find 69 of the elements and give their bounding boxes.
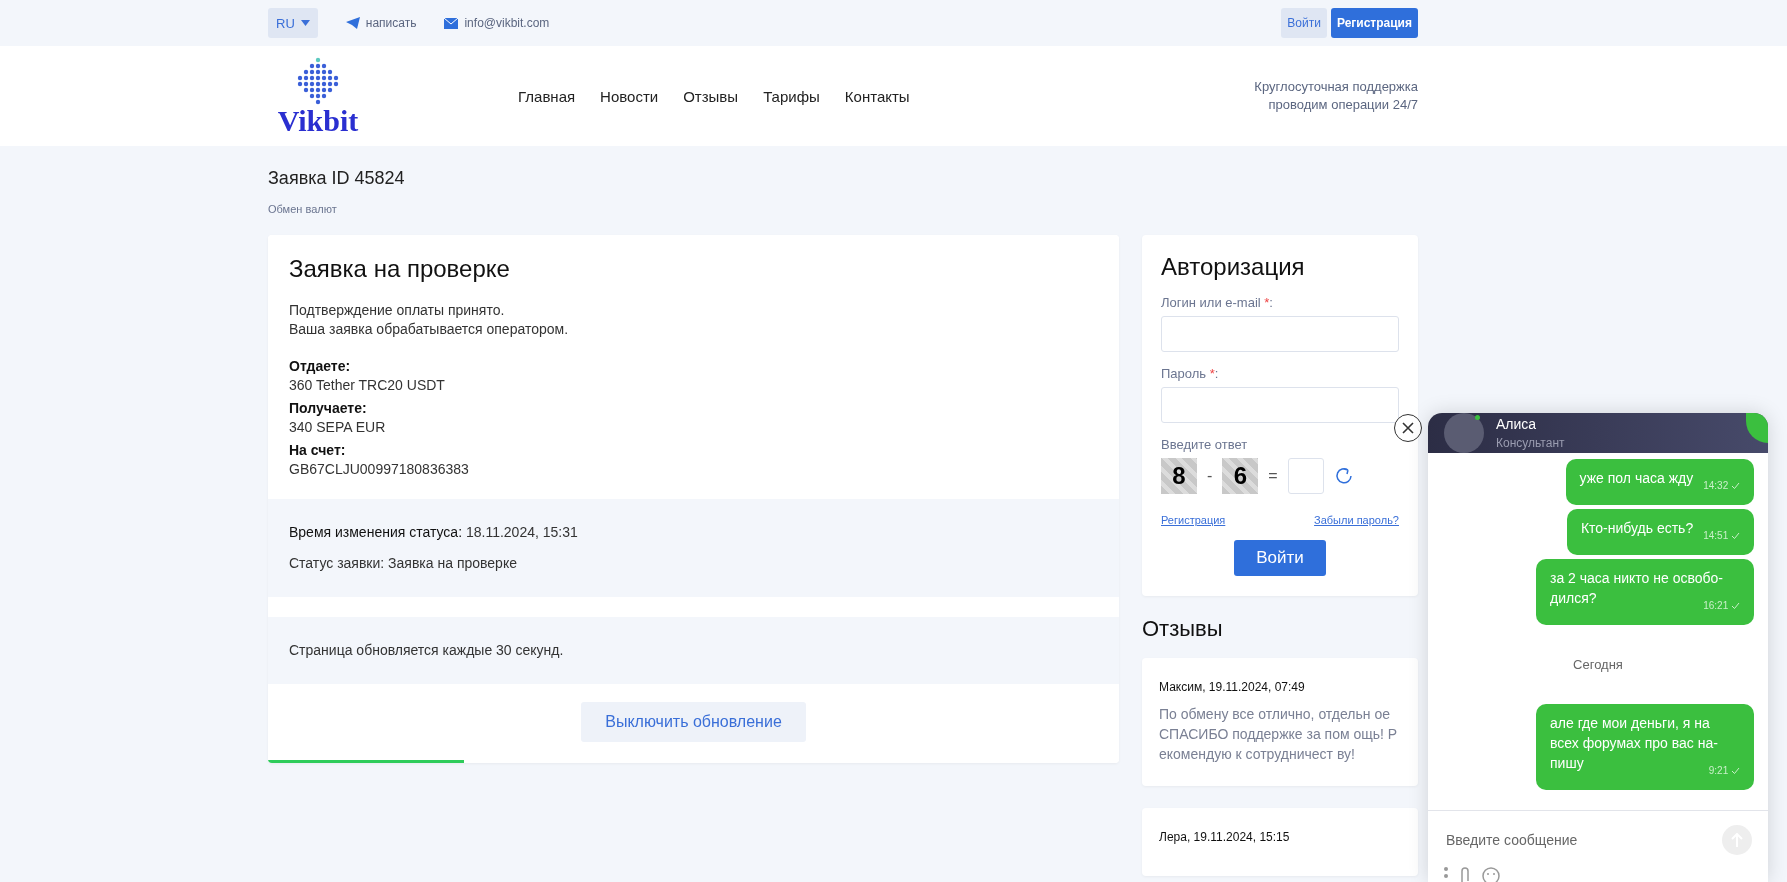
checkmark-icon (1731, 532, 1740, 539)
agent-role: Консультант (1496, 436, 1565, 450)
message-time: 16:21 (1703, 600, 1729, 611)
review-text: По обмену все отлично, отдельн ое СПАСИБО поддержке за пом ощь! Рекомендую к сотрудничест ву! (1159, 705, 1399, 764)
message-bubble: але где мои деньги, я на всех форумах про вас на-пишу 9:21 (1536, 704, 1754, 790)
captcha-operator: = (1268, 467, 1278, 485)
support-text: Круглосуточная поддержка (1254, 78, 1418, 96)
paper-plane-icon (345, 17, 360, 29)
email-link[interactable]: info@vikbit.com (444, 16, 550, 30)
status-message: Подтверждение оплаты принято. (289, 301, 506, 320)
captcha-image: 6 (1222, 458, 1259, 494)
review-author: Максим, 19.11.2024, 07:49 (1159, 680, 1306, 694)
caret-icon (300, 20, 310, 26)
message-link[interactable]: написать (345, 16, 417, 30)
field-label: Отдаете: (289, 357, 352, 376)
login-submit-button[interactable]: Войти (1234, 540, 1326, 576)
support-text: проводим операции 24/7 (1267, 96, 1418, 114)
checkmark-icon (1731, 602, 1740, 609)
captcha-answer-field[interactable] (1287, 458, 1324, 494)
breadcrumb: Обмен валют (268, 203, 338, 215)
message-time: 14:32 (1703, 480, 1729, 491)
status-message: Ваша заявка обрабатывается оператором. (289, 320, 570, 339)
password-label: Пароль *: (1161, 366, 1220, 381)
message-bubble: за 2 часа никто не освобо-дился? 16:21 (1536, 559, 1754, 625)
review-author: Лера, 19.11.2024, 15:15 (1159, 830, 1291, 844)
logo-text[interactable]: Vikbit (277, 106, 359, 136)
field-value: GB67CLJU00997180836383 (289, 460, 470, 479)
order-status: Статус заявки: Заявка на проверке (289, 554, 518, 573)
smiley-icon[interactable] (1482, 867, 1500, 882)
close-icon (1402, 422, 1414, 434)
login-field[interactable] (1161, 316, 1399, 352)
captcha-label: Введите ответ (1161, 437, 1249, 452)
envelope-icon (444, 17, 459, 29)
nav-link[interactable]: Тарифы (763, 87, 820, 105)
captcha-operator: - (1207, 467, 1213, 485)
paperclip-icon[interactable] (1460, 867, 1470, 882)
refresh-note: Страница обновляется каждые 30 секунд. (289, 641, 565, 660)
disable-refresh-button[interactable]: Выключить обновление (581, 702, 806, 742)
checkmark-icon (1731, 767, 1740, 774)
password-field[interactable] (1161, 387, 1399, 423)
status-time: Время изменения статуса: 18.11.2024, 15:31 (289, 523, 579, 542)
agent-name: Алиса (1496, 416, 1538, 432)
field-value: 360 Tether TRC20 USDT (289, 376, 446, 395)
field-label: На счет: (289, 441, 347, 460)
field-value: 340 SEPA EUR (289, 418, 387, 437)
refresh-icon[interactable] (1333, 466, 1354, 486)
login-label: Логин или e-mail *: (1161, 295, 1274, 310)
field-label: Получаете: (289, 399, 368, 418)
nav-link[interactable]: Отзывы (683, 87, 739, 105)
nav-link[interactable]: Контакты (844, 87, 910, 105)
message-bubble: Кто-нибудь есть? 14:51 (1566, 509, 1754, 555)
corner-badge (1746, 413, 1768, 443)
register-button[interactable]: Регистрация (1330, 8, 1418, 38)
register-link[interactable]: Регистрация (1161, 514, 1226, 526)
message-time: 14:51 (1703, 530, 1729, 541)
login-button[interactable]: Войти (1281, 8, 1327, 38)
captcha-image: 8 (1161, 458, 1197, 494)
nav-link[interactable]: Новости (600, 87, 659, 105)
nav-link[interactable]: Главная (518, 87, 576, 105)
date-separator: Сегодня (1573, 657, 1623, 672)
auth-title: Авторизация (1161, 253, 1306, 281)
checkmark-icon (1731, 482, 1740, 489)
message-bubble: уже пол часа жду 14:32 (1565, 459, 1754, 505)
forgot-password-link[interactable]: Забыли пароль? (1314, 514, 1399, 526)
page-title: Заявка ID 45824 (268, 168, 406, 189)
message-time: 9:21 (1708, 765, 1729, 776)
reviews-title: Отзывы (1142, 616, 1224, 642)
language-dropdown[interactable]: RU (268, 8, 318, 38)
order-status-title: Заявка на проверке (289, 255, 511, 283)
